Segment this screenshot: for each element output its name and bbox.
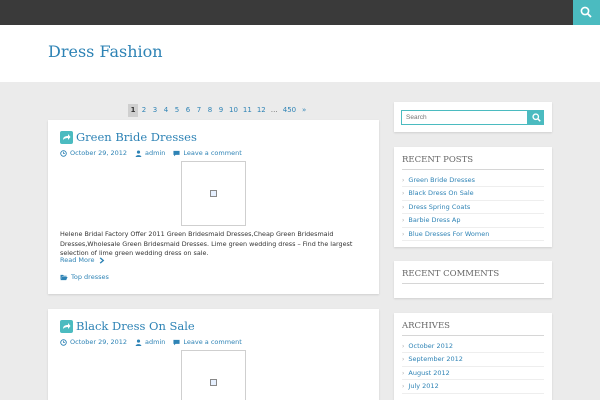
page-ellipsis: … [270, 106, 278, 114]
site-title[interactable]: Dress Fashion [48, 42, 163, 61]
leave-comment-link[interactable]: Leave a comment [183, 149, 241, 157]
archive-link[interactable]: September 2012 [408, 355, 463, 363]
broken-image-icon [210, 379, 217, 386]
post-category: Top dresses [60, 273, 109, 281]
post-thumbnail[interactable] [181, 161, 246, 226]
page-link[interactable]: 12 [255, 104, 268, 117]
page-link-current: 1 [128, 104, 138, 117]
post-card: Black Dress On Sale October 29, 2012 adm… [48, 309, 379, 400]
post-meta: October 29, 2012 admin Leave a comment [60, 149, 250, 157]
post-meta: October 29, 2012 admin Leave a comment [60, 338, 250, 346]
search-icon [580, 6, 592, 18]
widget-title: RECENT COMMENTS [402, 269, 544, 284]
recent-post-link[interactable]: Barbie Dress Ap [408, 216, 460, 224]
chevron-right-icon: › [402, 356, 405, 364]
site-header: Dress Fashion [0, 25, 600, 82]
post-author-link[interactable]: admin [145, 338, 165, 346]
recent-post-link[interactable]: Black Dress On Sale [408, 189, 473, 197]
user-icon [135, 339, 142, 346]
chevron-right-icon: › [402, 383, 405, 391]
chevron-right-icon: › [402, 203, 405, 211]
sidebar-search-button[interactable] [528, 110, 544, 125]
recent-post-item[interactable]: › Dress Spring Coats [402, 201, 544, 215]
page-link[interactable]: 7 [194, 104, 204, 117]
page-link[interactable]: 6 [183, 104, 193, 117]
archive-link[interactable]: August 2012 [408, 369, 449, 377]
post-title-link[interactable]: Green Bride Dresses [76, 130, 197, 144]
archives-widget: ARCHIVES › October 2012 › September 2012 ›… [394, 313, 552, 400]
comment-icon [173, 150, 180, 156]
chevron-right-icon: › [402, 343, 405, 350]
widget-title: RECENT POSTS [402, 155, 544, 170]
chevron-right-icon: › [402, 369, 405, 377]
post-author-link[interactable]: admin [145, 149, 165, 157]
read-more-link[interactable]: Read More [60, 256, 105, 264]
leave-comment-link[interactable]: Leave a comment [183, 338, 241, 346]
post-excerpt: Helene Bridal Factory Offer 2011 Green B… [60, 230, 353, 257]
chevron-right-icon: › [402, 217, 405, 225]
recent-post-item[interactable]: › Blue Dresses For Women [402, 228, 544, 241]
next-page-link[interactable]: » [299, 104, 309, 117]
recent-posts-list: › Green Bride Dresses › Black Dress On Sal… [402, 174, 544, 241]
archives-list: › October 2012 › September 2012 › August 20… [402, 340, 544, 394]
recent-comments-widget: RECENT COMMENTS [394, 261, 552, 298]
page-link[interactable]: 4 [161, 104, 171, 117]
post-thumbnail[interactable] [181, 350, 246, 400]
archive-item[interactable]: › August 2012 [402, 367, 544, 381]
archive-item[interactable]: › September 2012 [402, 353, 544, 367]
post-title-link[interactable]: Black Dress On Sale [76, 319, 195, 333]
folder-open-icon [60, 274, 68, 280]
comment-icon [173, 339, 180, 345]
post-date-link[interactable]: October 29, 2012 [70, 338, 127, 346]
user-icon [135, 150, 142, 157]
page-link[interactable]: 450 [281, 104, 298, 117]
clock-icon [60, 149, 67, 157]
page-link[interactable]: 2 [139, 104, 149, 117]
recent-post-link[interactable]: Blue Dresses For Women [408, 230, 489, 238]
search-toggle-button[interactable] [573, 0, 600, 25]
read-more-label: Read More [60, 256, 95, 264]
post-title-row: Black Dress On Sale [60, 319, 195, 333]
post-card: Green Bride Dresses October 29, 2012 adm… [48, 120, 379, 294]
chevron-right-icon: › [402, 230, 405, 238]
top-bar [0, 0, 600, 25]
page-link[interactable]: 3 [150, 104, 160, 117]
archive-link[interactable]: July 2012 [408, 382, 438, 390]
chevron-right-icon: › [402, 177, 405, 184]
search-widget [394, 102, 552, 132]
recent-post-item[interactable]: › Green Bride Dresses [402, 174, 544, 188]
clock-icon [60, 338, 67, 346]
page-link[interactable]: 9 [216, 104, 226, 117]
page-link[interactable]: 8 [205, 104, 215, 117]
recent-post-link[interactable]: Dress Spring Coats [408, 203, 470, 211]
post-title-row: Green Bride Dresses [60, 130, 197, 144]
share-arrow-icon [60, 130, 73, 144]
pagination: 1 2 3 4 5 6 7 8 9 10 11 12 … 450 » [128, 104, 309, 117]
widget-title: ARCHIVES [402, 321, 544, 336]
share-arrow-icon [60, 319, 73, 333]
archive-item[interactable]: › October 2012 [402, 340, 544, 354]
page-link[interactable]: 11 [241, 104, 254, 117]
chevron-right-icon: › [402, 190, 405, 198]
recent-post-link[interactable]: Green Bride Dresses [408, 176, 475, 184]
recent-post-item[interactable]: › Barbie Dress Ap [402, 214, 544, 228]
broken-image-icon [210, 190, 217, 197]
post-date-link[interactable]: October 29, 2012 [70, 149, 127, 157]
recent-posts-widget: RECENT POSTS › Green Bride Dresses › Black… [394, 147, 552, 247]
category-link[interactable]: Top dresses [71, 273, 109, 281]
page-link[interactable]: 5 [172, 104, 182, 117]
archive-link[interactable]: October 2012 [408, 342, 453, 350]
search-icon [532, 113, 541, 122]
chevron-right-icon [99, 256, 104, 264]
sidebar-search-input[interactable] [401, 110, 528, 125]
archive-item[interactable]: › July 2012 [402, 380, 544, 394]
recent-post-item[interactable]: › Black Dress On Sale [402, 187, 544, 201]
page-link[interactable]: 10 [227, 104, 240, 117]
